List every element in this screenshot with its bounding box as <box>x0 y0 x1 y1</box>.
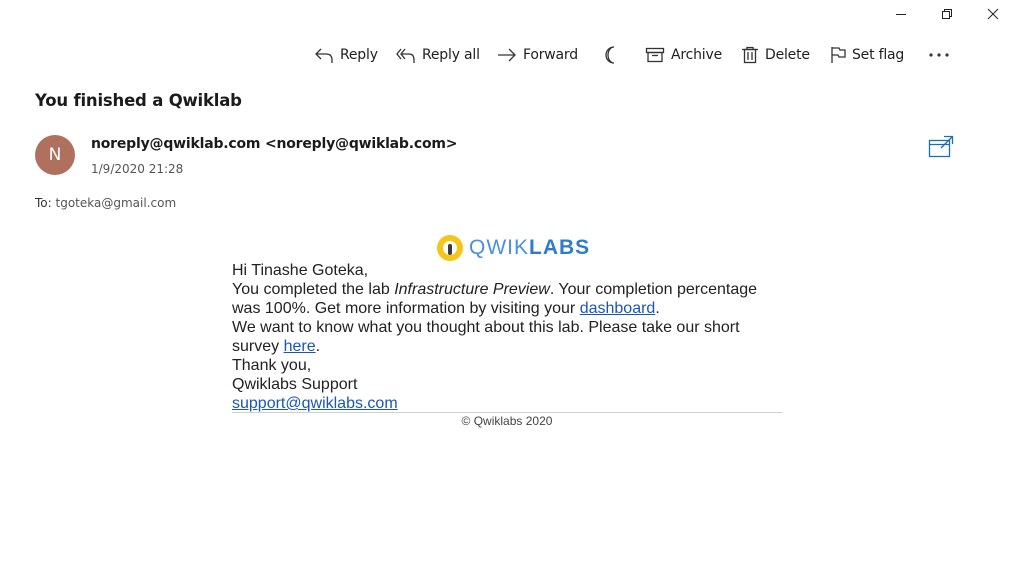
email-footer: © Qwiklabs 2020 <box>461 414 553 428</box>
close-button[interactable] <box>970 0 1016 28</box>
more-options-button[interactable] <box>928 40 956 70</box>
moon-icon <box>605 46 615 64</box>
lab-name: Infrastructure Preview <box>394 281 550 298</box>
qwiklabs-logo-text: QWIKLABS <box>469 236 591 259</box>
reply-label: Reply <box>340 47 378 63</box>
reply-all-icon <box>396 48 415 63</box>
open-in-new-window-button[interactable] <box>928 135 954 159</box>
window-controls <box>878 0 1016 28</box>
more-icon <box>929 53 949 57</box>
snooze-button[interactable] <box>604 40 626 70</box>
recipient-line: To: tgoteka@gmail.com <box>35 196 176 210</box>
thanks-line: Thank you, <box>232 357 312 374</box>
forward-arrow-icon <box>498 48 516 62</box>
popout-icon <box>928 135 954 158</box>
message-date: 1/9/2020 21:28 <box>91 162 184 176</box>
forward-button[interactable]: Forward <box>497 40 578 70</box>
delete-button[interactable]: Delete <box>741 40 810 70</box>
archive-icon <box>645 47 665 63</box>
restore-button[interactable] <box>924 0 970 28</box>
reply-all-label: Reply all <box>422 47 480 63</box>
avatar-initial: N <box>48 145 62 165</box>
minimize-button[interactable] <box>878 0 924 28</box>
reply-all-button[interactable]: Reply all <box>396 40 480 70</box>
archive-label: Archive <box>671 47 722 63</box>
survey-link[interactable]: here <box>284 338 316 355</box>
reply-icon <box>315 48 333 63</box>
set-flag-label: Set flag <box>852 47 905 63</box>
to-address[interactable]: tgoteka@gmail.com <box>56 196 177 210</box>
reply-button[interactable]: Reply <box>314 40 378 70</box>
restore-icon <box>942 9 952 19</box>
dashboard-link[interactable]: dashboard <box>580 300 656 317</box>
minimize-icon <box>896 14 906 15</box>
qwiklabs-logo-icon <box>437 235 463 261</box>
close-icon <box>987 8 999 20</box>
footer-divider <box>232 412 782 413</box>
greeting: Hi Tinashe Goteka, <box>232 262 369 279</box>
qwiklabs-logo: QWIKLABS <box>437 234 590 262</box>
survey-paragraph: We want to know what you thought about t… <box>232 319 740 355</box>
command-bar: Reply Reply all Forward Archive Delete S… <box>0 40 1016 70</box>
to-label: To: <box>35 196 52 210</box>
delete-label: Delete <box>765 47 810 63</box>
support-email-link[interactable]: support@qwiklabs.com <box>232 395 398 412</box>
trash-icon <box>742 46 758 64</box>
completion-paragraph: You completed the lab Infrastructure Pre… <box>232 281 758 317</box>
forward-label: Forward <box>523 47 578 63</box>
archive-button[interactable]: Archive <box>645 40 722 70</box>
email-body: Hi Tinashe Goteka, You completed the lab… <box>232 261 782 413</box>
signature: Qwiklabs Support <box>232 376 358 393</box>
sender-address: noreply@qwiklab.com <noreply@qwiklab.com… <box>91 136 458 152</box>
sender-name[interactable]: noreply@qwiklab.com <noreply@qwiklab.com… <box>91 136 458 152</box>
sender-avatar: N <box>35 135 75 175</box>
flag-icon <box>831 47 846 63</box>
message-subject: You finished a Qwiklab <box>35 91 242 110</box>
set-flag-button[interactable]: Set flag <box>830 40 904 70</box>
